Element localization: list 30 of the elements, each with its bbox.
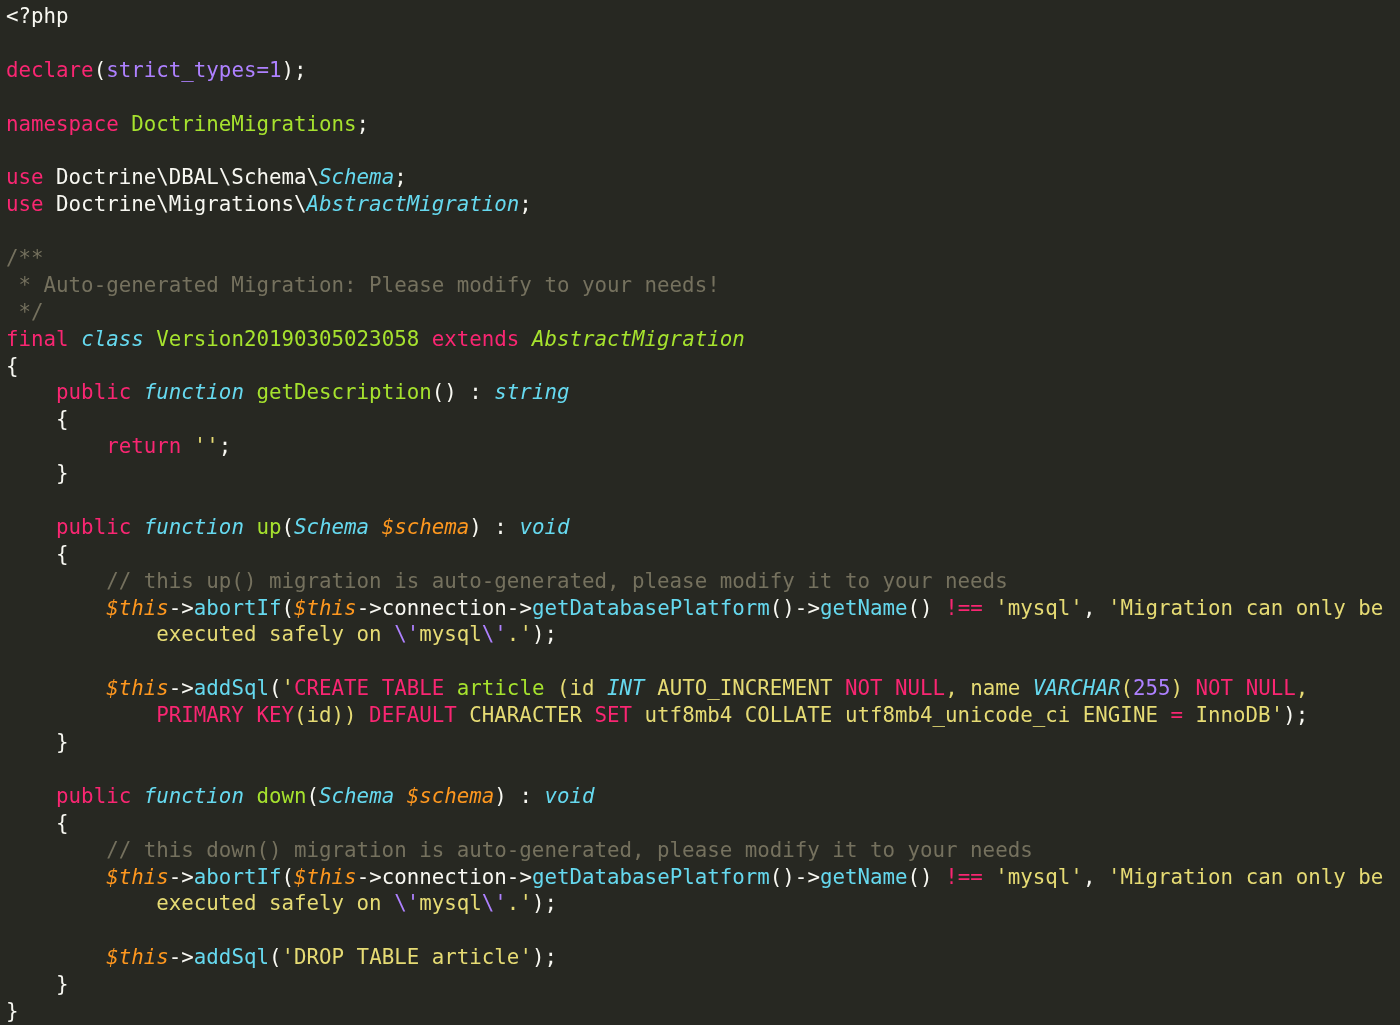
code-line: executed safely on \'mysql\'.'); xyxy=(155,890,557,918)
code-line: return ''; xyxy=(105,433,232,461)
code-line: public function up(Schema $schema) : void xyxy=(55,513,570,541)
code-line: namespace DoctrineMigrations; xyxy=(6,110,370,138)
code-line: } xyxy=(55,729,69,756)
code-line: final class Version20190305023058 extends AbstractMigration xyxy=(6,325,745,353)
code-line: public function down(Schema $schema) : void xyxy=(55,782,595,810)
code-line: $this->abortIf($this->connection->getDatabasePlatform()->getName() !== 'mysql', 'Migration can only be xyxy=(105,863,1384,891)
code-line: executed safely on \'mysql\'.'); xyxy=(155,621,557,649)
code-line: use Doctrine\DBAL\Schema\Schema; xyxy=(6,164,407,192)
code-line: { xyxy=(55,540,69,568)
code-line: declare(strict_types=1); xyxy=(6,56,307,84)
code-line: { xyxy=(6,352,19,380)
code-line: /** xyxy=(6,245,44,272)
code-line: $this->addSql('DROP TABLE article'); xyxy=(105,944,557,972)
code-line: PRIMARY KEY(id)) DEFAULT CHARACTER SET utf8mb4 COLLATE utf8mb4_unicode_ci ENGINE = InnoDB'); xyxy=(155,702,1309,730)
code-line: { xyxy=(55,406,69,434)
code-line: // this down() migration is auto-generated, please modify it to your needs xyxy=(105,836,1033,864)
code-line: * Auto-generated Migration: Please modify to your needs! xyxy=(17,271,720,299)
code-line: $this->abortIf($this->connection->getDatabasePlatform()->getName() !== 'mysql', 'Migration can only be xyxy=(105,594,1384,622)
code-line: } xyxy=(55,971,69,998)
code-line: */ xyxy=(17,298,44,326)
code-line: { xyxy=(55,809,69,837)
code-line: $this->addSql('CREATE TABLE article (id INT AUTO_INCREMENT NOT NULL, name VARCHAR(255) NOT NULL, xyxy=(105,675,1309,703)
code-line: } xyxy=(55,460,69,488)
code-line: use Doctrine\Migrations\AbstractMigration; xyxy=(6,191,532,219)
code-line: } xyxy=(6,997,19,1025)
code-line: // this up() migration is auto-generated, please modify it to your needs xyxy=(105,567,1008,595)
code-line: public function getDescription() : string xyxy=(55,379,570,407)
code-line: <?php xyxy=(6,3,69,30)
